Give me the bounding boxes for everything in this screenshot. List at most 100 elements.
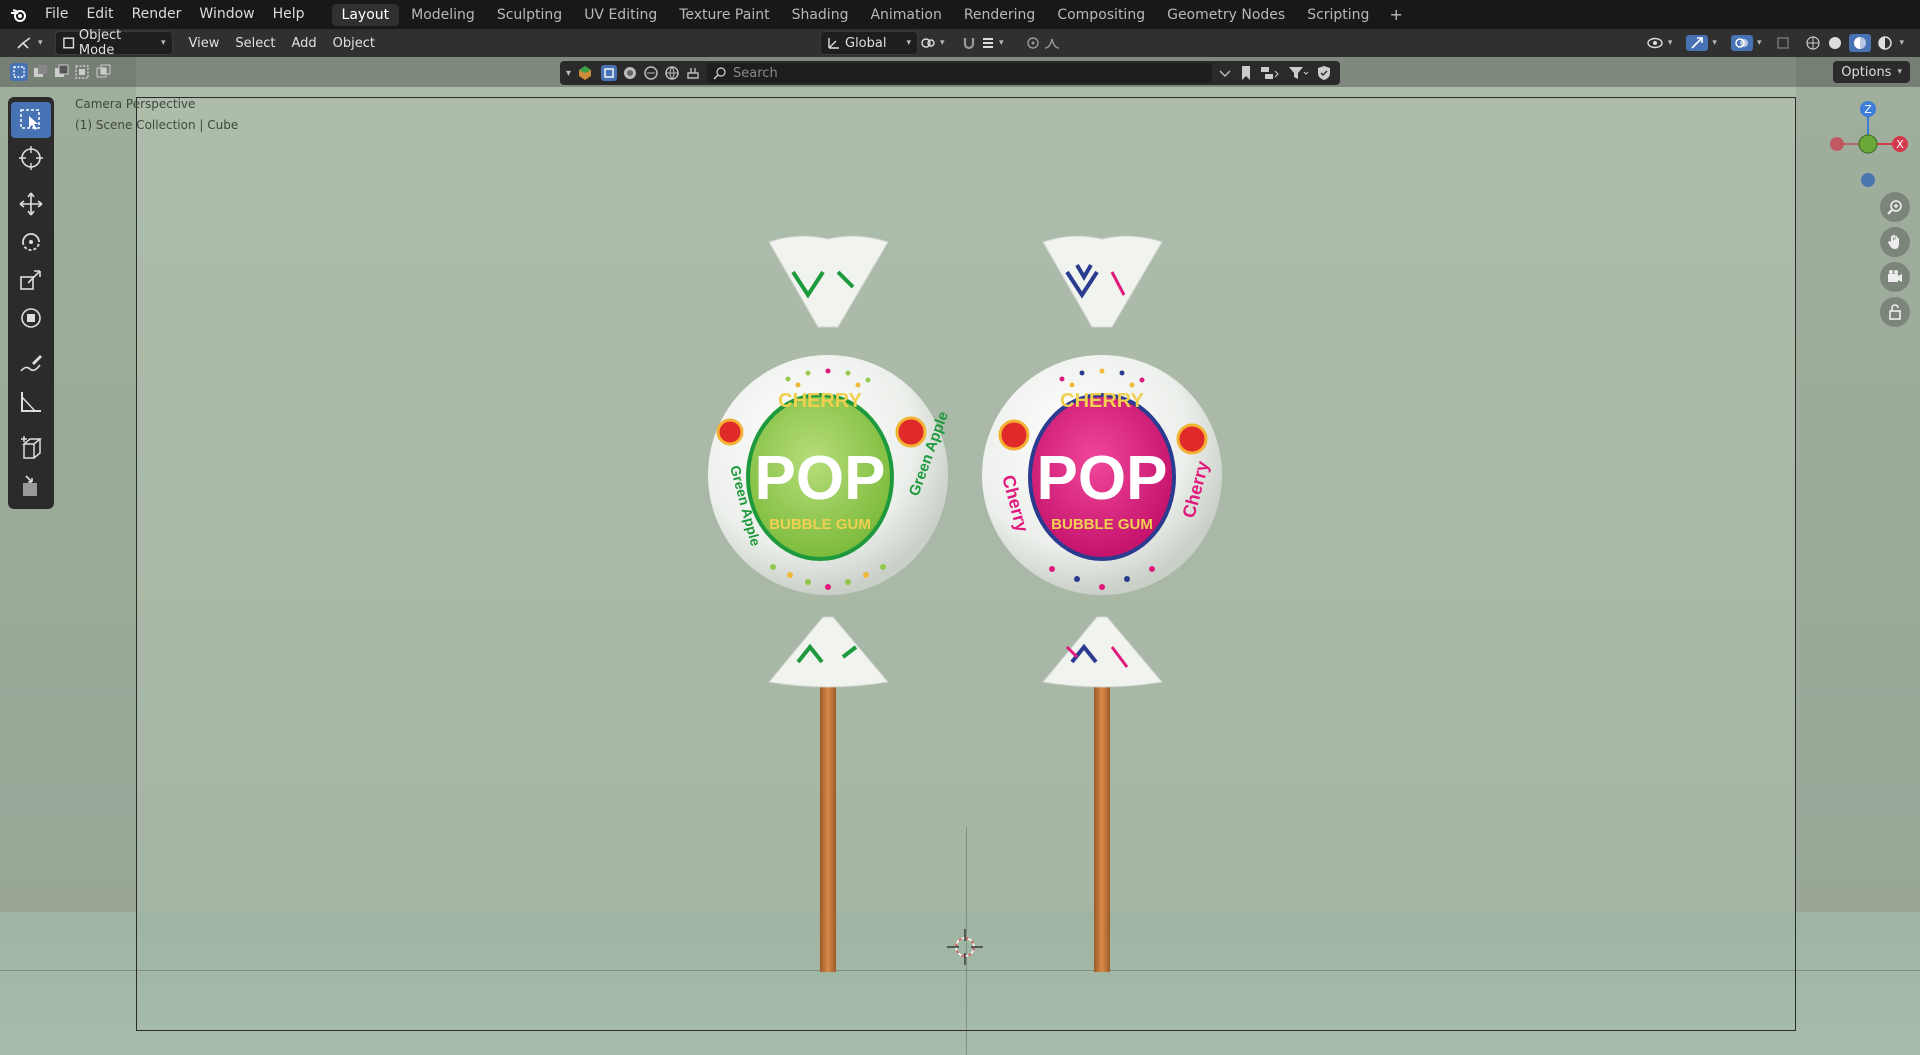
lollipop-green-apple[interactable]: CHERRY POP BUBBLE GUM Green Apple Green … (698, 177, 958, 1037)
editor-type-button[interactable]: ▾ (10, 32, 49, 54)
stick (1094, 677, 1110, 972)
pivot-icon (921, 38, 935, 48)
eye-icon (1647, 37, 1663, 49)
select-box-tool[interactable] (11, 102, 51, 138)
outliner-filter-bar: ▾ Search (560, 61, 1340, 85)
tab-shading[interactable]: Shading (782, 4, 859, 26)
select-intersect-icon[interactable] (94, 63, 112, 81)
shading-mode-group: ▾ (1799, 32, 1910, 54)
tab-layout[interactable]: Layout (331, 3, 400, 26)
annotate-tool[interactable] (11, 346, 51, 382)
material-filter-icon[interactable] (622, 65, 638, 81)
tab-modeling[interactable]: Modeling (401, 4, 485, 26)
3d-cursor[interactable] (945, 927, 985, 967)
editor-type-icon (17, 37, 31, 49)
tab-geometry-nodes[interactable]: Geometry Nodes (1157, 4, 1295, 26)
cursor-tool[interactable] (11, 140, 51, 176)
pan-button[interactable] (1880, 227, 1910, 257)
zoom-button[interactable] (1880, 192, 1910, 222)
options-button[interactable]: Options ▾ (1833, 61, 1910, 83)
tab-compositing[interactable]: Compositing (1047, 4, 1155, 26)
mode-selector[interactable]: Object Mode ▾ (54, 28, 173, 58)
menu-edit[interactable]: Edit (77, 0, 122, 29)
material-shading-icon[interactable] (1852, 35, 1868, 51)
menu-window[interactable]: Window (190, 0, 263, 29)
object-filter-icon[interactable] (601, 65, 618, 81)
tab-scripting[interactable]: Scripting (1297, 4, 1379, 26)
menu-file[interactable]: File (36, 0, 77, 29)
tab-animation[interactable]: Animation (860, 4, 951, 26)
tab-rendering[interactable]: Rendering (954, 4, 1046, 26)
xray-button[interactable] (1769, 32, 1797, 54)
transform-icon (21, 308, 41, 328)
select-invert-icon[interactable] (73, 63, 91, 81)
candy-subtitle: BUBBLE GUM (1051, 516, 1153, 533)
menu-object[interactable]: Object (325, 36, 383, 51)
move-tool[interactable] (11, 186, 51, 222)
tab-texture-paint[interactable]: Texture Paint (669, 4, 779, 26)
x-axis-label: X (1896, 138, 1904, 151)
filter-caret-icon[interactable]: ▾ (566, 68, 571, 79)
selection-mode-group (10, 63, 112, 81)
rendered-shading-icon[interactable] (1877, 35, 1893, 51)
menu-view[interactable]: View (181, 36, 228, 51)
proportional-icon (1027, 37, 1039, 49)
scale-icon (20, 270, 41, 290)
menu-select[interactable]: Select (227, 36, 283, 51)
filter-funnel-icon[interactable] (1288, 65, 1308, 81)
brush-filter-icon[interactable] (685, 65, 701, 81)
lock-camera-button[interactable] (1880, 297, 1910, 327)
candy-brand: CHERRY (778, 390, 862, 412)
hierarchy-icon[interactable] (1260, 65, 1280, 81)
add-cube-icon (21, 436, 43, 459)
overlays-icon (1735, 38, 1748, 48)
bookmark-icon[interactable] (1240, 65, 1252, 81)
3d-viewport[interactable]: ▾ Search Options ▾ Camera Perspective (1… (0, 57, 1920, 1055)
menu-add[interactable]: Add (284, 36, 325, 51)
transform-tool[interactable] (11, 300, 51, 336)
camera-view-button[interactable] (1880, 262, 1910, 292)
select-extend-icon[interactable] (31, 63, 49, 81)
solid-shading-icon[interactable] (1827, 35, 1843, 51)
proportional-edit-button[interactable] (1020, 32, 1066, 54)
extrude-icon (23, 475, 37, 496)
visibility-button[interactable]: ▾ (1640, 32, 1679, 54)
scene-icon[interactable] (577, 65, 593, 81)
search-input[interactable]: Search (707, 63, 1212, 83)
extrude-tool[interactable] (11, 468, 51, 504)
gizmo-icon (1691, 37, 1704, 49)
pivot-point-button[interactable]: ▾ (914, 32, 951, 54)
mode-label: Object Mode (78, 28, 122, 58)
measure-tool[interactable] (11, 384, 51, 420)
search-icon (713, 67, 726, 80)
blender-logo-icon[interactable] (10, 6, 28, 24)
select-subtract-icon[interactable] (52, 63, 70, 81)
gizmo-toggle-button[interactable]: ▾ (1680, 32, 1723, 54)
object-mode-icon (62, 37, 74, 49)
rotate-tool[interactable] (11, 224, 51, 260)
wireframe-shading-icon[interactable] (1805, 35, 1821, 51)
lollipop-cherry[interactable]: CHERRY POP BUBBLE GUM Cherry Cherry (972, 177, 1232, 1037)
texture-filter-icon[interactable] (643, 65, 659, 81)
hand-icon (1888, 234, 1899, 249)
shield-icon[interactable] (1316, 65, 1332, 81)
options-label: Options (1841, 64, 1892, 80)
chevron-down-icon[interactable] (1218, 66, 1232, 80)
scale-tool[interactable] (11, 262, 51, 298)
snap-increment-icon (983, 38, 993, 48)
orientation-icon (828, 38, 839, 49)
rotate-icon (22, 233, 40, 251)
annotate-icon (20, 355, 42, 372)
add-cube-tool[interactable] (11, 430, 51, 466)
add-workspace-button[interactable]: + (1381, 5, 1410, 24)
navigation-gizmo[interactable]: Z X (1810, 97, 1910, 197)
menu-render[interactable]: Render (123, 0, 191, 29)
menu-help[interactable]: Help (264, 0, 314, 29)
tab-sculpting[interactable]: Sculpting (487, 4, 572, 26)
select-new-icon[interactable] (10, 63, 28, 81)
snap-button[interactable]: ▾ (955, 32, 1010, 54)
world-filter-icon[interactable] (664, 65, 680, 81)
tab-uv-editing[interactable]: UV Editing (574, 4, 667, 26)
transform-orientation-selector[interactable]: Global ▾ (820, 31, 918, 55)
overlays-button[interactable]: ▾ (1725, 32, 1768, 54)
